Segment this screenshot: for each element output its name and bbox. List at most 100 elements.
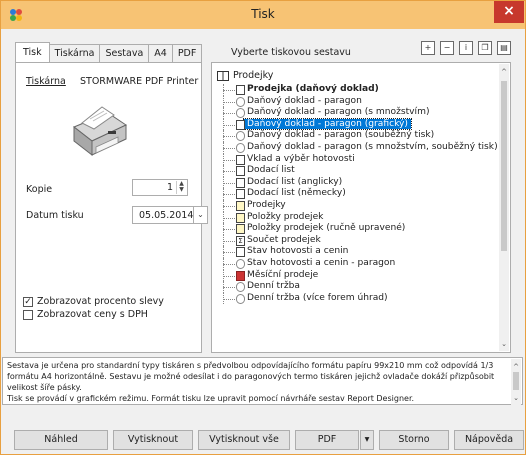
tree-item[interactable]: Dodací list (219, 165, 502, 177)
report-select-label: Vyberte tiskovou sestavu (231, 47, 351, 58)
tree-item[interactable]: Daňový doklad - paragon (219, 95, 502, 108)
spin-arrows-icon[interactable]: ▲ ▼ (176, 181, 186, 194)
description-paragraph: Sestava je určena pro standardní typy ti… (7, 361, 495, 392)
scroll-down-icon[interactable]: ⌄ (511, 393, 521, 403)
tree-item[interactable]: Daňový doklad - paragon (souběžný tisk) (219, 130, 502, 142)
pdf-menu-button[interactable]: ▾ (360, 430, 374, 450)
document-icon (236, 166, 245, 177)
tree-item[interactable]: Dodací list (anglicky) (219, 176, 502, 189)
scroll-up-icon[interactable]: ^ (511, 362, 521, 372)
receipt-icon (236, 142, 245, 153)
printer-name: STORMWARE PDF Printer (80, 76, 199, 87)
show-vat-prices-checkbox[interactable]: Zobrazovat ceny s DPH (23, 309, 148, 320)
tree-item[interactable]: Položky prodejek (219, 211, 502, 224)
tree-item[interactable]: Stav hotovosti a cenin (219, 246, 502, 258)
tree-item-label: Dodací list (anglicky) (247, 176, 343, 187)
tab-sestava[interactable]: Sestava (100, 44, 150, 63)
tree-item[interactable]: Dodací list (německy) (219, 188, 502, 200)
tree-item[interactable]: Stav hotovosti a cenin - paragon (219, 257, 502, 270)
tree-connector (223, 113, 235, 115)
tree-root[interactable]: Prodejky (217, 70, 273, 81)
tab-bar: Tisk Tiskárna Sestava A4 PDF (15, 42, 203, 63)
scrollbar-thumb[interactable] (513, 372, 519, 390)
printer-link[interactable]: Tiskárna (26, 76, 66, 87)
report-tree[interactable]: Prodejky Prodejka (daňový doklad) Daňový … (211, 62, 511, 353)
tree-item[interactable]: Denní tržba (více forem úhrad) (219, 292, 502, 305)
tree-connector (223, 147, 235, 149)
tree-connector (223, 298, 235, 300)
info-icon[interactable]: i (459, 41, 473, 55)
tree-connector (223, 275, 235, 277)
paste-icon[interactable]: ▤ (497, 41, 511, 55)
checkbox-unchecked-icon[interactable] (23, 309, 33, 320)
tree-item-label: Daňový doklad - paragon (grafický) (243, 117, 412, 130)
tree-item[interactable]: Daňový doklad - paragon (grafický) (219, 117, 502, 131)
tree-item-label: Daňový doklad - paragon (247, 95, 362, 106)
tree-connector (223, 229, 235, 231)
receipt-icon (236, 258, 245, 269)
tree-connector (223, 252, 235, 254)
tree-item[interactable]: Měsíční prodeje (219, 269, 502, 282)
tab-tisk[interactable]: Tisk (15, 42, 50, 63)
copies-value: 1 (166, 182, 173, 193)
print-date-picker[interactable]: 05.05.2014 ⌄ (132, 206, 208, 224)
tree-item[interactable]: Daňový doklad - paragon (s množstvím) (219, 107, 502, 119)
copies-stepper[interactable]: 1 ▲ ▼ (132, 179, 188, 196)
tree-connector (223, 217, 235, 219)
print-button[interactable]: Vytisknout (113, 430, 193, 450)
show-vat-prices-label: Zobrazovat ceny s DPH (37, 309, 148, 320)
description-paragraph: Tisk se provádí v grafickém režimu. Form… (7, 394, 415, 403)
tree-scrollbar[interactable]: ^ ⌄ (499, 64, 509, 351)
tab-a4[interactable]: A4 (149, 44, 173, 63)
report-description: Sestava je určena pro standardní typy ti… (2, 357, 523, 405)
tree-connector (223, 263, 235, 265)
scroll-up-icon[interactable]: ^ (499, 67, 509, 77)
close-button[interactable]: × (494, 1, 524, 23)
pdf-button[interactable]: PDF (295, 430, 359, 450)
scrollbar-thumb[interactable] (501, 81, 507, 251)
tree-connector (223, 124, 235, 126)
tree-item[interactable]: Prodejka (daňový doklad) (219, 84, 502, 96)
tree-connector (223, 182, 235, 184)
tree-connector (223, 194, 235, 196)
preview-button[interactable]: Náhled (14, 430, 108, 450)
scroll-down-icon[interactable]: ⌄ (499, 339, 509, 349)
tree-item-label: Stav hotovosti a cenin (247, 246, 349, 257)
print-all-button[interactable]: Vytisknout vše (198, 430, 290, 450)
tree-item-label: Denní tržba (247, 281, 300, 292)
table-sheet-icon (236, 224, 245, 235)
checkbox-checked-icon[interactable]: ✓ (23, 296, 33, 307)
tree-item[interactable]: Daňový doklad - paragon (s množstvím, so… (219, 141, 502, 154)
cancel-button[interactable]: Storno (379, 430, 449, 450)
show-discount-checkbox[interactable]: ✓ Zobrazovat procento slevy (23, 296, 164, 307)
table-sheet-icon (236, 200, 245, 211)
tree-item[interactable]: Denní tržba (219, 281, 502, 293)
printer-icon (73, 106, 128, 157)
copy-icon[interactable]: ❐ (478, 41, 492, 55)
tree-connector (223, 287, 235, 289)
tree-item-label: Daňový doklad - paragon (s množstvím) (247, 107, 430, 118)
tree-connector (223, 159, 235, 161)
tree-item-label: Položky prodejek (247, 211, 324, 222)
collapse-all-icon[interactable]: − (440, 41, 454, 55)
chevron-down-icon[interactable]: ⌄ (193, 207, 207, 223)
description-text: Sestava je určena pro standardní typy ti… (7, 360, 497, 404)
tab-tiskarna[interactable]: Tiskárna (49, 44, 101, 63)
tree-item-label: Dodací list (247, 165, 295, 176)
document-icon (236, 177, 245, 188)
print-date-value: 05.05.2014 (139, 210, 194, 221)
tree-item[interactable]: Vklad a výběr hotovosti (219, 153, 502, 166)
tree-item[interactable]: Prodejky (219, 199, 502, 212)
print-settings-panel: Tiskárna STORMWARE PDF Printer Kopie 1 ▲… (15, 62, 208, 353)
tree-connector (223, 171, 235, 173)
tab-pdf[interactable]: PDF (172, 44, 203, 63)
description-scrollbar[interactable]: ^ ⌄ (511, 359, 521, 405)
folder-open-icon (217, 71, 229, 81)
tree-connector (223, 136, 235, 138)
tree-item[interactable]: Položky prodejek (ručně upravené) (219, 223, 502, 235)
expand-all-icon[interactable]: + (421, 41, 435, 55)
window-title: Tisk (251, 7, 275, 21)
help-button[interactable]: Nápověda (454, 430, 524, 450)
tree-item[interactable]: Σ Součet prodejek (219, 234, 502, 247)
document-icon (236, 189, 245, 200)
